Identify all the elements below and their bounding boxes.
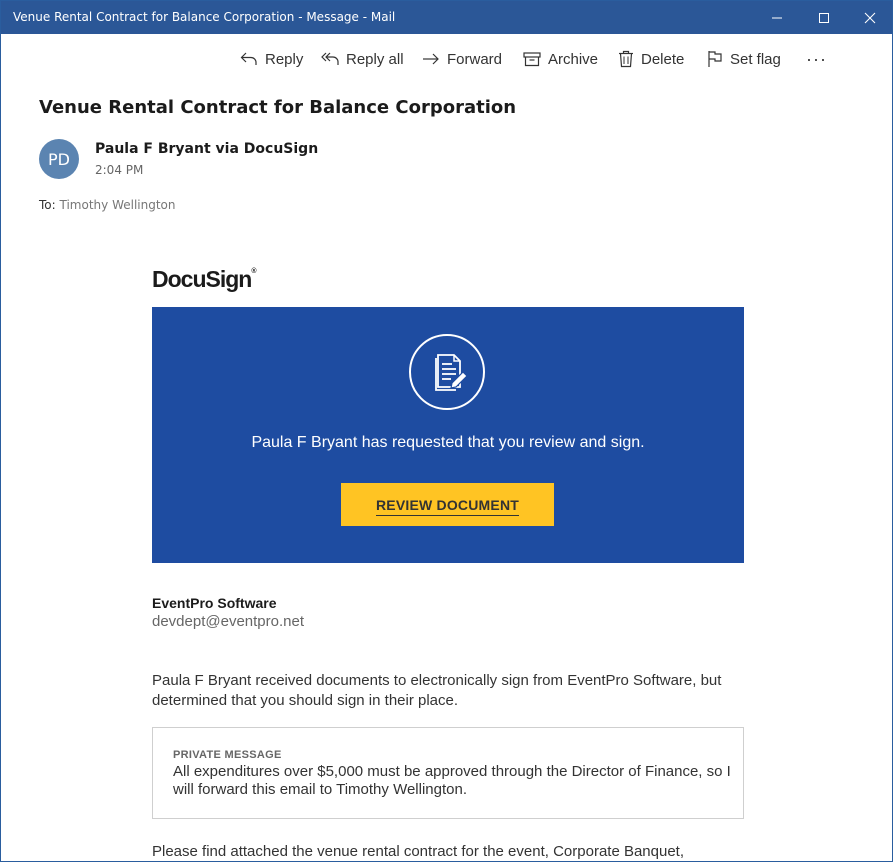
close-button[interactable] bbox=[847, 1, 892, 34]
recipient-line: To: Timothy Wellington bbox=[39, 198, 176, 212]
set-flag-label: Set flag bbox=[730, 50, 781, 68]
close-icon bbox=[864, 12, 876, 23]
forward-label: Forward bbox=[447, 50, 503, 68]
document-sign-icon bbox=[409, 334, 485, 410]
logo-text: DocuSign bbox=[152, 266, 252, 292]
minimize-icon bbox=[772, 17, 782, 18]
forward-icon bbox=[423, 53, 439, 65]
docusign-logo: DocuSign® bbox=[152, 266, 257, 293]
delete-button[interactable]: Delete bbox=[618, 47, 684, 71]
body-paragraph-2: Please find attached the venue rental co… bbox=[152, 843, 685, 860]
maximize-icon bbox=[819, 12, 829, 23]
title-bar[interactable]: Venue Rental Contract for Balance Corpor… bbox=[1, 1, 892, 34]
message-toolbar: Reply Reply all Forward Archive Delete S… bbox=[1, 41, 892, 77]
delete-label: Delete bbox=[641, 50, 685, 68]
reply-button[interactable]: Reply bbox=[240, 47, 303, 71]
trash-icon bbox=[619, 50, 633, 68]
review-document-button[interactable]: REVIEW DOCUMENT bbox=[341, 483, 554, 526]
company-email[interactable]: devdept@eventpro.net bbox=[152, 613, 304, 630]
set-flag-button[interactable]: Set flag bbox=[707, 47, 781, 71]
sender-name[interactable]: Paula F Bryant via DocuSign bbox=[95, 141, 318, 157]
reply-all-label: Reply all bbox=[346, 50, 404, 68]
reply-icon bbox=[240, 52, 257, 65]
company-name: EventPro Software bbox=[152, 595, 277, 611]
archive-icon bbox=[523, 52, 541, 67]
private-message-label: PRIVATE MESSAGE bbox=[173, 749, 282, 761]
banner-message: Paula F Bryant has requested that you re… bbox=[251, 434, 645, 451]
minimize-button[interactable] bbox=[754, 1, 800, 34]
reply-label: Reply bbox=[265, 50, 304, 68]
private-message-box: PRIVATE MESSAGE All expenditures over $5… bbox=[152, 727, 744, 819]
reply-all-icon bbox=[321, 52, 339, 65]
forward-button[interactable]: Forward bbox=[422, 47, 502, 71]
flag-icon bbox=[708, 51, 722, 67]
avatar[interactable]: PD bbox=[39, 139, 79, 179]
reply-all-button[interactable]: Reply all bbox=[321, 47, 404, 71]
more-icon: ··· bbox=[806, 48, 827, 69]
to-label: To: bbox=[39, 198, 56, 212]
archive-button[interactable]: Archive bbox=[523, 47, 598, 71]
private-message-text: All expenditures over $5,000 must be app… bbox=[173, 763, 731, 798]
maximize-button[interactable] bbox=[801, 1, 847, 34]
message-subject: Venue Rental Contract for Balance Corpor… bbox=[39, 97, 517, 118]
logo-mark: ® bbox=[251, 268, 257, 275]
signature-request-banner: Paula F Bryant has requested that you re… bbox=[152, 307, 744, 563]
window-title: Venue Rental Contract for Balance Corpor… bbox=[13, 10, 396, 24]
mail-window: Venue Rental Contract for Balance Corpor… bbox=[0, 0, 893, 862]
recipient-name[interactable]: Timothy Wellington bbox=[60, 198, 176, 212]
more-options-button[interactable]: ··· bbox=[806, 47, 827, 71]
message-time: 2:04 PM bbox=[95, 163, 144, 177]
body-paragraph-1: Paula F Bryant received documents to ele… bbox=[152, 672, 722, 709]
archive-label: Archive bbox=[548, 50, 599, 68]
avatar-initials: PD bbox=[48, 149, 70, 169]
